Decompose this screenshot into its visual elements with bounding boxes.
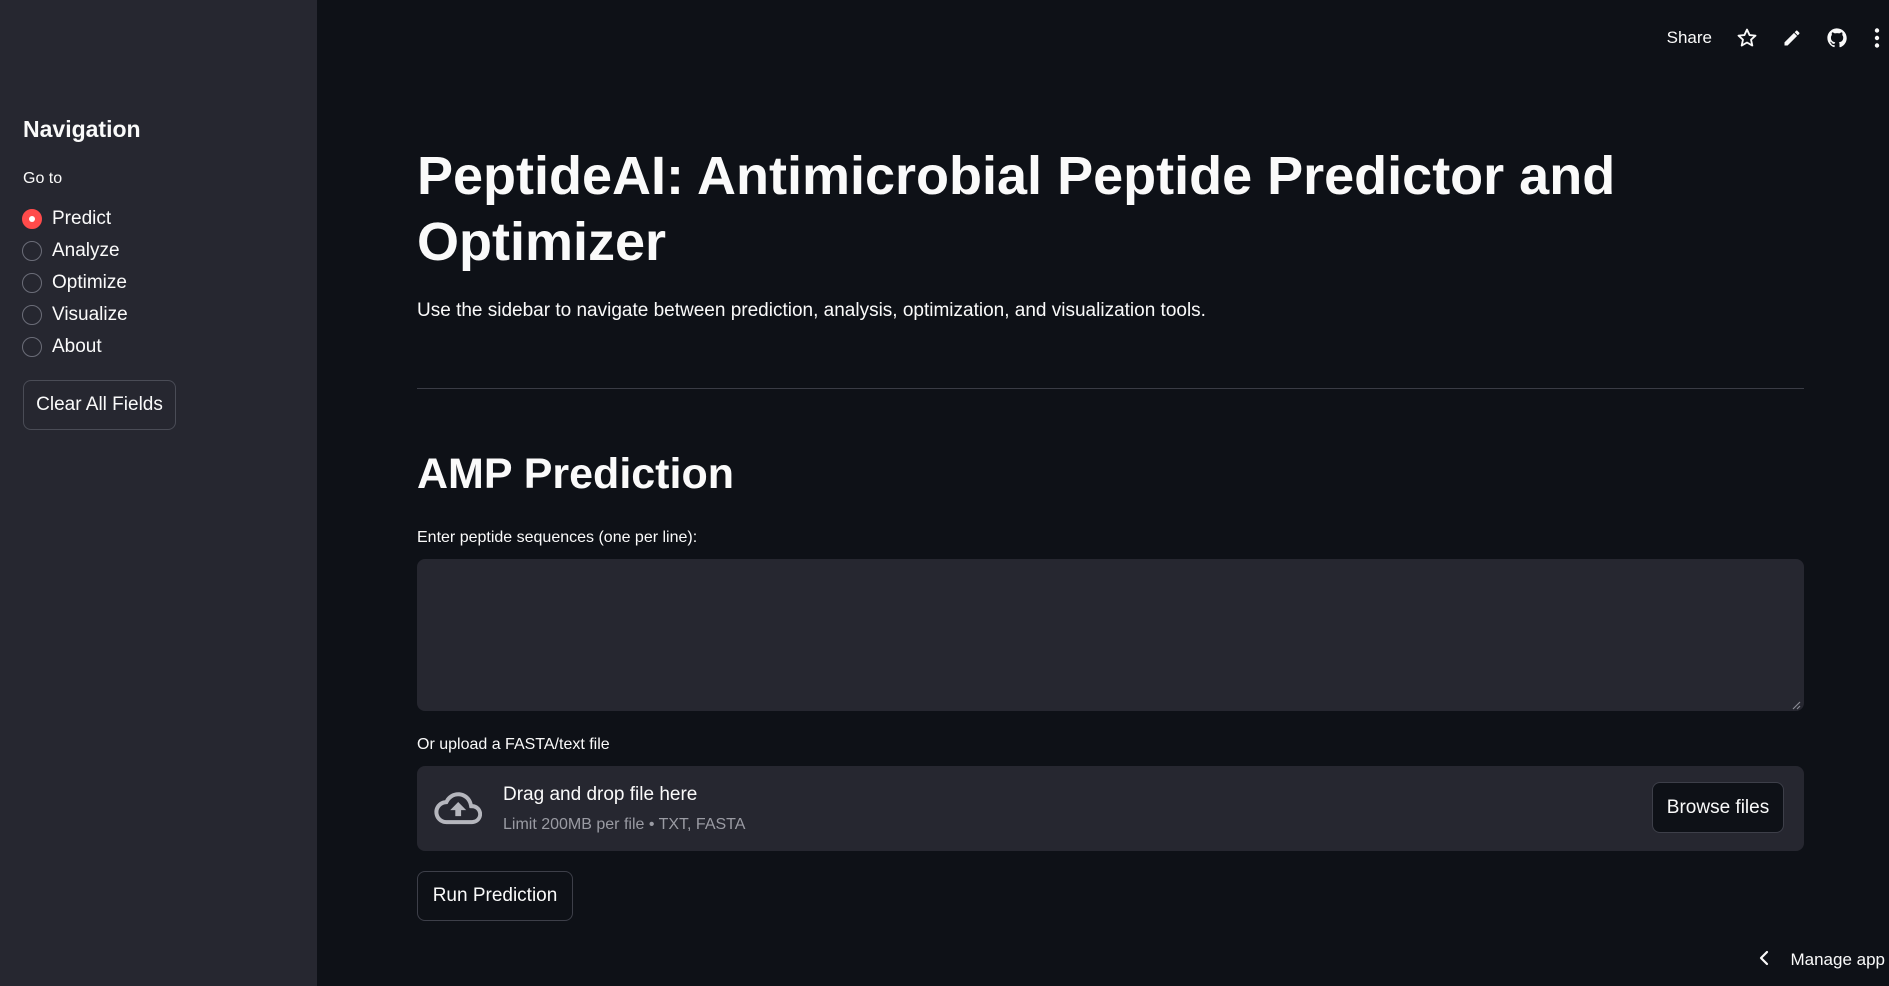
share-button[interactable]: Share <box>1667 28 1712 48</box>
divider <box>417 388 1804 389</box>
radio-unselected-icon <box>22 273 42 293</box>
radio-option-analyze[interactable]: Analyze <box>22 235 128 267</box>
radio-label: Optimize <box>52 272 127 293</box>
resize-handle-icon[interactable] <box>1791 697 1801 710</box>
dropzone-instructions: Drag and drop file here <box>503 784 698 805</box>
page-subtitle: Use the sidebar to navigate between pred… <box>417 300 1206 321</box>
app-root: Navigation Go to Predict Analyze Optimiz… <box>0 0 1889 986</box>
nav-radio-group: Predict Analyze Optimize Visualize About <box>22 203 128 363</box>
radio-label: Analyze <box>52 240 120 261</box>
manage-app-button[interactable]: Manage app <box>1758 948 1885 972</box>
radio-unselected-icon <box>22 241 42 261</box>
radio-group-label: Go to <box>23 170 63 187</box>
radio-option-visualize[interactable]: Visualize <box>22 299 128 331</box>
star-icon[interactable] <box>1734 25 1760 51</box>
chevron-left-icon <box>1758 950 1770 971</box>
file-dropzone[interactable]: Drag and drop file here Limit 200MB per … <box>417 766 1804 851</box>
pencil-icon[interactable] <box>1779 25 1805 51</box>
kebab-menu-icon[interactable] <box>1869 25 1885 51</box>
radio-label: Visualize <box>52 304 128 325</box>
file-upload-label: Or upload a FASTA/text file <box>417 736 610 753</box>
dropzone-limit-text: Limit 200MB per file • TXT, FASTA <box>503 816 746 833</box>
radio-label: Predict <box>52 208 112 229</box>
browse-files-button[interactable]: Browse files <box>1652 782 1784 833</box>
sequence-textarea[interactable] <box>417 559 1804 711</box>
header-toolbar: Share <box>1667 22 1889 54</box>
radio-selected-icon <box>22 209 42 229</box>
page-title: PeptideAI: Antimicrobial Peptide Predict… <box>417 146 1616 272</box>
radio-option-optimize[interactable]: Optimize <box>22 267 128 299</box>
run-prediction-button[interactable]: Run Prediction <box>417 871 573 921</box>
radio-option-predict[interactable]: Predict <box>22 203 128 235</box>
clear-all-fields-button[interactable]: Clear All Fields <box>23 380 176 430</box>
github-icon[interactable] <box>1824 25 1850 51</box>
manage-app-label: Manage app <box>1790 950 1885 969</box>
sidebar-title: Navigation <box>23 116 141 142</box>
sequence-input-label: Enter peptide sequences (one per line): <box>417 529 698 546</box>
sidebar: Navigation Go to Predict Analyze Optimiz… <box>0 0 317 986</box>
radio-label: About <box>52 336 102 357</box>
section-title: AMP Prediction <box>417 450 734 498</box>
radio-option-about[interactable]: About <box>22 331 128 363</box>
radio-unselected-icon <box>22 305 42 325</box>
cloud-upload-icon <box>434 788 483 833</box>
radio-unselected-icon <box>22 337 42 357</box>
